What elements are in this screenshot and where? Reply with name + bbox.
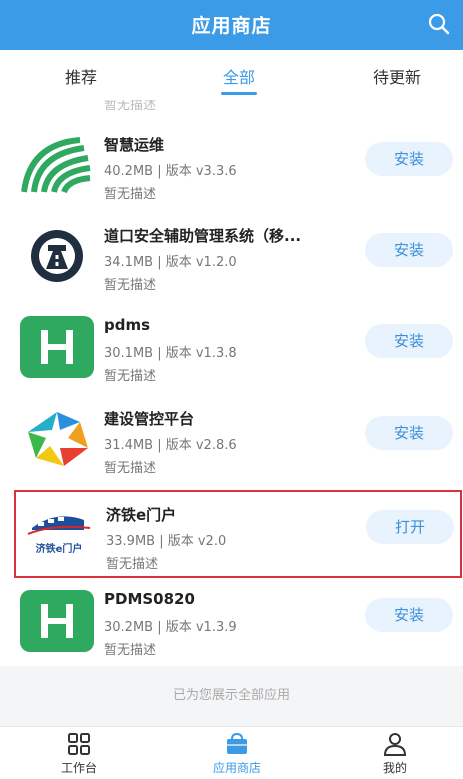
- icon-caption: 济铁e门户: [35, 544, 83, 555]
- app-meta: 40.2MB | 版本 v3.3.6: [104, 164, 237, 179]
- app-meta: 34.1MB | 版本 v1.2.0: [104, 255, 237, 270]
- end-of-list-note: 已为您展示全部应用: [0, 666, 463, 726]
- green-h-icon: [20, 590, 94, 652]
- app-desc: 暂无描述: [106, 557, 159, 572]
- open-button[interactable]: 打开: [366, 510, 454, 544]
- scrolled-item-desc: 暂无描述: [104, 100, 157, 113]
- list-item[interactable]: pdms 30.1MB | 版本 v1.3.8 暂无描述 安装: [0, 304, 463, 392]
- app-desc: 暂无描述: [104, 369, 157, 384]
- app-desc: 暂无描述: [104, 278, 157, 293]
- train-logo-icon: 济铁e门户: [22, 502, 96, 564]
- page-title: 应用商店: [191, 15, 272, 37]
- install-button[interactable]: 安装: [365, 416, 453, 450]
- nav-mine[interactable]: 我的: [350, 731, 440, 776]
- app-name: 智慧运维: [104, 136, 165, 154]
- app-desc: 暂无描述: [104, 643, 157, 658]
- app-meta: 33.9MB | 版本 v2.0: [106, 534, 227, 549]
- app-list[interactable]: 暂无描述 智慧运维 40.2MB | 版本 v3.3.6 暂无描述 安装 道口安…: [0, 100, 463, 666]
- app-header: 应用商店: [0, 0, 463, 50]
- nav-workbench[interactable]: 工作台: [34, 731, 124, 776]
- app-name: 建设管控平台: [104, 410, 195, 428]
- app-meta: 30.2MB | 版本 v1.3.9: [104, 620, 237, 635]
- app-desc: 暂无描述: [104, 461, 157, 476]
- road-sign-icon: [20, 225, 94, 287]
- app-desc: 暂无描述: [104, 187, 157, 202]
- list-item[interactable]: 智慧运维 40.2MB | 版本 v3.3.6 暂无描述 安装: [0, 122, 463, 210]
- list-item[interactable]: PDMS0820 30.2MB | 版本 v1.3.9 暂无描述 安装: [0, 578, 463, 666]
- app-name: 道口安全辅助管理系统（移...: [104, 227, 302, 245]
- tab-bar: 推荐 全部 待更新: [0, 50, 463, 100]
- active-tab-indicator: [221, 92, 257, 95]
- install-button[interactable]: 安装: [365, 233, 453, 267]
- nav-label: 我的: [382, 761, 407, 775]
- app-name: 济铁e门户: [106, 506, 177, 524]
- app-name: pdms: [104, 316, 151, 334]
- install-button[interactable]: 安装: [365, 142, 453, 176]
- tab-pending-update[interactable]: 待更新: [352, 64, 442, 88]
- app-name: PDMS0820: [104, 590, 195, 608]
- search-icon[interactable]: [427, 12, 451, 36]
- grid-icon: [68, 733, 90, 755]
- list-item[interactable]: 道口安全辅助管理系统（移... 34.1MB | 版本 v1.2.0 暂无描述 …: [0, 213, 463, 301]
- app-meta: 31.4MB | 版本 v2.8.6: [104, 438, 237, 453]
- nav-label: 工作台: [60, 761, 97, 775]
- nav-label: 应用商店: [212, 761, 261, 775]
- tab-recommended[interactable]: 推荐: [36, 64, 126, 88]
- person-icon: [383, 733, 407, 756]
- bottom-nav: 工作台 应用商店 我的: [0, 726, 463, 779]
- bag-icon: [227, 732, 247, 754]
- tab-all[interactable]: 全部: [194, 64, 284, 88]
- green-swoosh-icon: [20, 134, 94, 196]
- list-item-highlighted[interactable]: 济铁e门户 济铁e门户 33.9MB | 版本 v2.0 暂无描述 打开: [14, 490, 462, 578]
- green-h-icon: [20, 316, 94, 378]
- install-button[interactable]: 安装: [365, 324, 453, 358]
- install-button[interactable]: 安装: [365, 598, 453, 632]
- list-item[interactable]: 建设管控平台 31.4MB | 版本 v2.8.6 暂无描述 安装: [0, 396, 463, 484]
- app-meta: 30.1MB | 版本 v1.3.8: [104, 346, 237, 361]
- colorful-hexagon-icon: [20, 408, 94, 470]
- nav-app-store[interactable]: 应用商店: [192, 731, 282, 776]
